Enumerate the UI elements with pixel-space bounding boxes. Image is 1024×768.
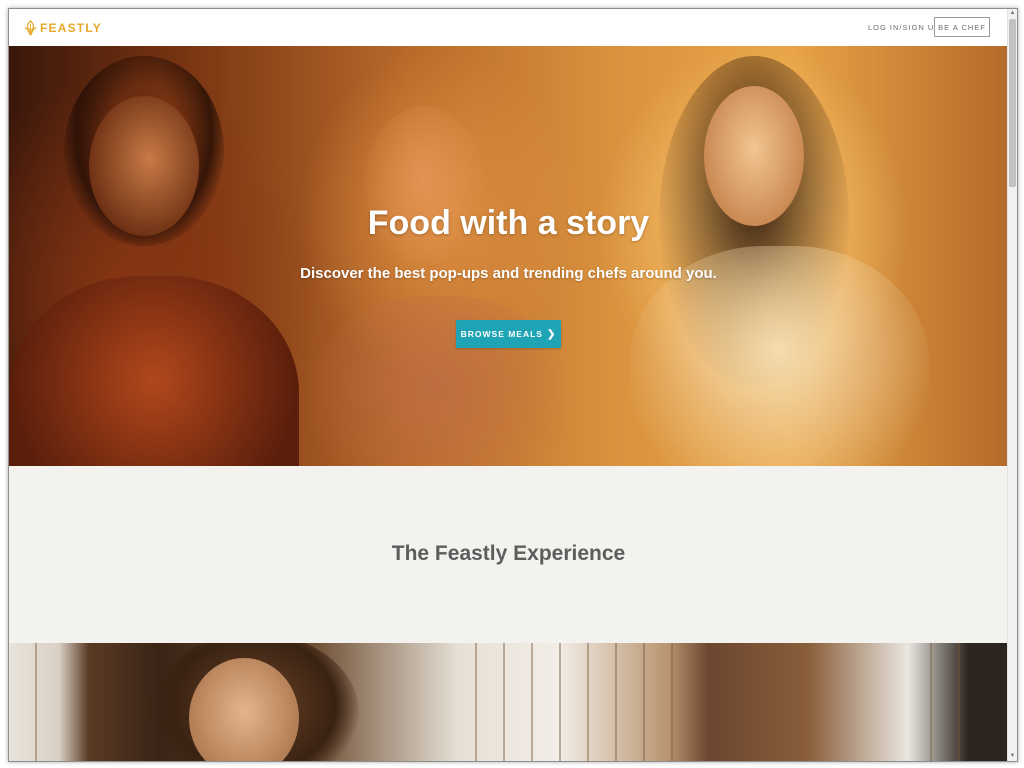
browse-meals-label: BROWSE MEALS (460, 329, 543, 339)
feastly-logo[interactable]: FEASTLY (24, 18, 102, 38)
scroll-up-arrow-icon[interactable]: ▲ (1008, 9, 1017, 18)
window-panes-right (904, 643, 964, 761)
experience-photo-strip (9, 643, 1008, 761)
artichoke-logo-icon (24, 19, 37, 36)
scroll-down-arrow-icon[interactable]: ▼ (1008, 752, 1017, 761)
login-signup-link[interactable]: LOG IN/SIGN UP (868, 23, 940, 32)
hero-banner: Food with a story Discover the best pop-… (9, 46, 1008, 466)
be-a-chef-button[interactable]: BE A CHEF (934, 17, 990, 37)
page-viewport: FEASTLY LOG IN/SIGN UP BE A CHEF Food wi… (9, 9, 1008, 761)
browse-meals-button[interactable]: BROWSE MEALS ❯ (456, 320, 561, 348)
vertical-scrollbar[interactable]: ▲ ▼ (1007, 9, 1017, 761)
site-header: FEASTLY LOG IN/SIGN UP BE A CHEF (9, 9, 1008, 47)
browser-window: FEASTLY LOG IN/SIGN UP BE A CHEF Food wi… (8, 8, 1018, 762)
logo-text: FEASTLY (40, 21, 102, 35)
window-panes-left (9, 643, 49, 761)
hero-subtitle: Discover the best pop-ups and trending c… (300, 265, 717, 282)
chevron-right-icon: ❯ (546, 328, 557, 340)
hero-photo-man-body (9, 276, 299, 466)
window-panes-center (449, 643, 689, 761)
experience-section: The Feastly Experience (9, 466, 1008, 643)
scrollbar-thumb[interactable] (1009, 19, 1016, 187)
experience-heading: The Feastly Experience (391, 542, 626, 565)
hero-title: Food with a story (367, 204, 650, 242)
